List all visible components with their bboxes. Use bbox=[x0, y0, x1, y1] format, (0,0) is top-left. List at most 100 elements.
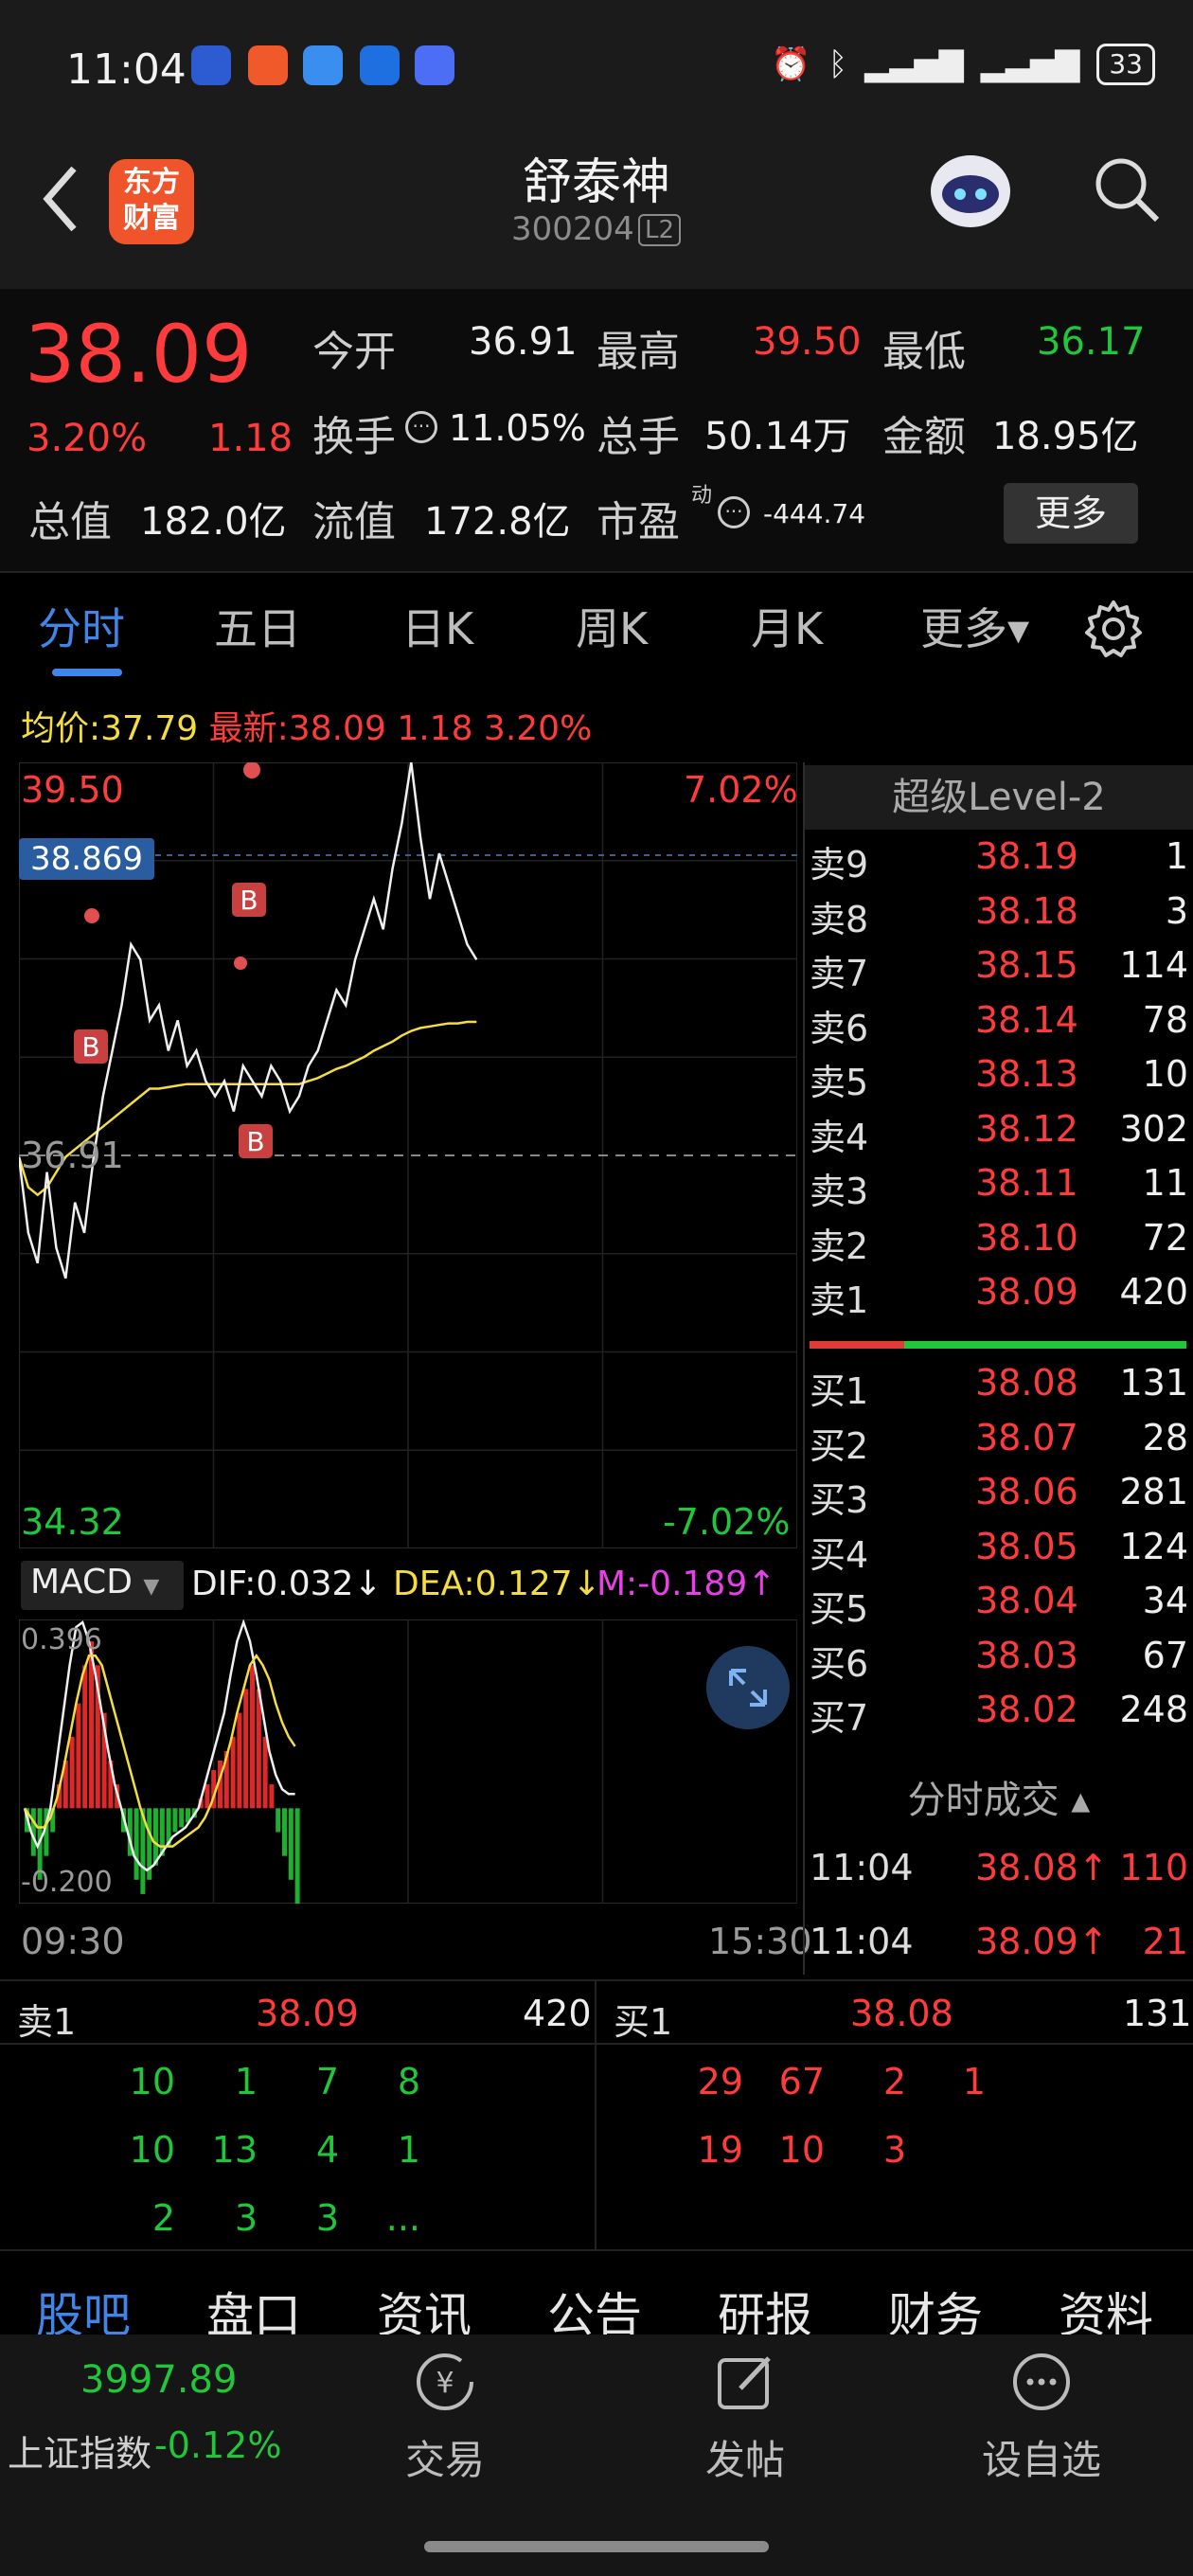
queue-divider bbox=[595, 1979, 596, 2249]
chevron-down-icon: ▼ bbox=[143, 1575, 160, 1599]
queue-sell-label: 卖1 bbox=[17, 2001, 77, 2043]
bid-row[interactable]: 买4 38.05 124 bbox=[810, 1526, 1188, 1580]
macd-bar bbox=[172, 1808, 178, 1833]
trade-button[interactable]: ¥ 交易 bbox=[374, 2349, 516, 2486]
app-notification-icon bbox=[415, 45, 454, 85]
indicator-selector[interactable]: MACD ▼ bbox=[21, 1561, 184, 1610]
bid-row[interactable]: 买6 38.03 67 bbox=[810, 1635, 1188, 1689]
change-percent: 3.20% bbox=[27, 417, 148, 460]
post-button[interactable]: 发帖 bbox=[674, 2349, 816, 2486]
macd-m: M:-0.189↑ bbox=[596, 1565, 776, 1603]
level2-title[interactable]: 超级Level-2 bbox=[805, 765, 1193, 830]
bid-row[interactable]: 买1 38.08 131 bbox=[810, 1362, 1188, 1416]
float-value: 172.8亿 bbox=[424, 500, 571, 544]
ask-row[interactable]: 卖4 38.12 302 bbox=[810, 1108, 1188, 1162]
ask-row[interactable]: 卖2 38.10 72 bbox=[810, 1217, 1188, 1271]
app-notification-icon bbox=[360, 45, 400, 85]
stock-code: 300204 bbox=[511, 210, 634, 248]
macd-dif: DIF:0.032↓ bbox=[191, 1565, 383, 1603]
queue-order-size: 10 bbox=[129, 2061, 175, 2102]
more-dots-icon bbox=[1013, 2353, 1070, 2410]
y-min-pct-label: -7.02% bbox=[663, 1501, 791, 1543]
signal-icon: ▂▃▅▇ bbox=[980, 45, 1080, 83]
divider bbox=[0, 2043, 1193, 2045]
info-icon[interactable]: ··· bbox=[718, 496, 750, 528]
intraday-chart[interactable]: B B B bbox=[19, 762, 797, 1548]
add-watchlist-button[interactable]: 设自选 bbox=[970, 2349, 1113, 2486]
expand-icon[interactable] bbox=[706, 1646, 790, 1729]
home-indicator[interactable] bbox=[424, 2541, 769, 2552]
queue-order-size: 3 bbox=[234, 2197, 258, 2239]
mktcap-value: 182.0亿 bbox=[140, 500, 287, 544]
tab-monthly-k[interactable]: 月K bbox=[751, 595, 823, 657]
gear-icon[interactable] bbox=[1083, 599, 1144, 659]
macd-bar bbox=[262, 1736, 268, 1809]
queue-sell-price: 38.09 bbox=[256, 1993, 359, 2034]
tab-weekly-k[interactable]: 周K bbox=[576, 595, 648, 657]
queue-order-size: 1 bbox=[397, 2129, 420, 2171]
queue-order-size: 10 bbox=[129, 2129, 175, 2171]
queue-order-size: 2 bbox=[882, 2061, 906, 2102]
volume-value: 50.14万 bbox=[704, 415, 851, 458]
status-time: 11:04 bbox=[66, 45, 187, 94]
bid-row[interactable]: 买5 38.04 34 bbox=[810, 1580, 1188, 1634]
amount-label: 金额 bbox=[882, 413, 966, 461]
buy-marker[interactable]: B bbox=[74, 1029, 108, 1064]
bid-row[interactable]: 买7 38.02 248 bbox=[810, 1689, 1188, 1743]
macd-bar bbox=[288, 1808, 294, 1880]
tab-more[interactable]: 更多▾ bbox=[920, 595, 1029, 657]
order-queue bbox=[0, 1979, 1193, 2249]
y-max-pct-label: 7.02% bbox=[684, 769, 798, 811]
index-value[interactable]: 3997.89 bbox=[80, 2358, 237, 2402]
more-quote-button[interactable]: 更多 bbox=[1004, 483, 1138, 544]
mktcap-label: 总值 bbox=[28, 498, 112, 546]
ask-row[interactable]: 卖3 38.11 11 bbox=[810, 1162, 1188, 1216]
yuan-icon: ¥ bbox=[417, 2353, 473, 2410]
tab-daily-k[interactable]: 日K bbox=[401, 595, 473, 657]
high-marker bbox=[243, 762, 260, 778]
y-max-label: 39.50 bbox=[21, 769, 124, 811]
queue-buy-price: 38.08 bbox=[850, 1993, 953, 2034]
robot-assistant-icon[interactable] bbox=[918, 142, 1023, 237]
float-label: 流值 bbox=[312, 498, 396, 546]
macd-bar bbox=[76, 1703, 81, 1809]
change-amount: 1.18 bbox=[208, 417, 294, 460]
ask-row[interactable]: 卖5 38.13 10 bbox=[810, 1053, 1188, 1107]
ask-row[interactable]: 卖7 38.15 114 bbox=[810, 944, 1188, 998]
status-indicators: ⏰ ᛒ ▂▃▅▇ ▂▃▅▇ 33 bbox=[771, 44, 1155, 85]
buy-sell-ratio-bar bbox=[810, 1341, 1186, 1349]
macd-bar bbox=[237, 1712, 242, 1809]
bid-row[interactable]: 买3 38.06 281 bbox=[810, 1471, 1188, 1525]
ask-row[interactable]: 卖9 38.19 1 bbox=[810, 835, 1188, 889]
x-start-label: 09:30 bbox=[21, 1921, 125, 1962]
info-icon[interactable]: ··· bbox=[405, 411, 437, 443]
trade-marker bbox=[234, 957, 247, 970]
search-icon[interactable] bbox=[1089, 152, 1165, 227]
high-value: 39.50 bbox=[753, 320, 862, 364]
ask-row[interactable]: 卖1 38.09 420 bbox=[810, 1271, 1188, 1325]
queue-order-size: 2 bbox=[151, 2197, 175, 2239]
ticks-title[interactable]: 分时成交 ▴ bbox=[805, 1769, 1193, 1824]
macd-chart[interactable] bbox=[19, 1619, 797, 1904]
buy-marker[interactable]: B bbox=[239, 1124, 273, 1158]
macd-bar bbox=[250, 1665, 255, 1809]
buy-marker[interactable]: B bbox=[232, 883, 266, 917]
macd-bar bbox=[243, 1689, 249, 1809]
queue-order-size: 1 bbox=[234, 2061, 258, 2102]
avg-price-line: 均价:37.79 最新:38.09 1.18 3.20% bbox=[21, 709, 593, 748]
ask-row[interactable]: 卖6 38.14 78 bbox=[810, 999, 1188, 1053]
macd-bottom-label: -0.200 bbox=[21, 1866, 113, 1899]
tab-intraday[interactable]: 分时 bbox=[38, 595, 125, 657]
index-name[interactable]: 上证指数 bbox=[8, 2424, 151, 2477]
macd-bar bbox=[153, 1808, 158, 1866]
bid-row[interactable]: 买2 38.07 28 bbox=[810, 1417, 1188, 1471]
ask-row[interactable]: 卖8 38.18 3 bbox=[810, 890, 1188, 944]
level2-badge: L2 bbox=[638, 214, 682, 246]
app-notification-icon bbox=[303, 45, 343, 85]
queue-order-size: 8 bbox=[397, 2061, 420, 2102]
tab-five-day[interactable]: 五日 bbox=[214, 595, 301, 657]
macd-bar bbox=[282, 1808, 287, 1856]
macd-bar bbox=[230, 1736, 236, 1809]
index-pct[interactable]: -0.12% bbox=[154, 2424, 281, 2466]
ref-price-label: 36.91 bbox=[21, 1135, 124, 1176]
